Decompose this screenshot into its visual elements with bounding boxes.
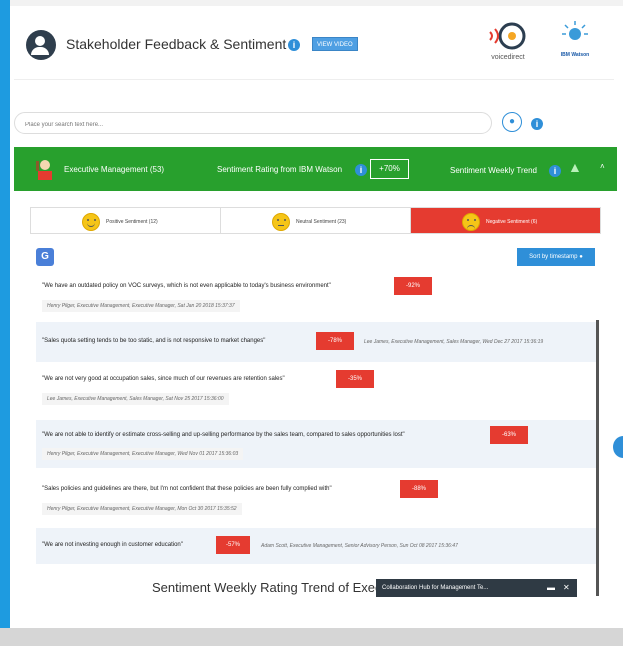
minimize-icon[interactable]: ▬ bbox=[547, 579, 555, 597]
sort-by-timestamp-button[interactable]: Sort by timestamp ● bbox=[517, 248, 595, 266]
sentiment-score-badge: -88% bbox=[400, 480, 438, 498]
feedback-item: "Sales quota setting tends to be too sta… bbox=[36, 322, 596, 362]
feedback-meta: Henry Pilger, Executive Management, Exec… bbox=[42, 300, 240, 312]
feedback-meta: Henry Pilger, Executive Management, Exec… bbox=[42, 503, 242, 515]
search-input[interactable] bbox=[15, 115, 491, 135]
rating-info-icon[interactable]: i bbox=[355, 164, 367, 176]
sentiment-tabs: Positive Sentiment (12) Neutral Sentimen… bbox=[30, 207, 601, 234]
feedback-scrollbar[interactable] bbox=[596, 320, 599, 596]
feedback-meta: Lee James, Executive Management, Sales M… bbox=[364, 339, 544, 345]
page-header: Stakeholder Feedback & Sentiment i VIEW … bbox=[14, 10, 614, 80]
feedback-quote: "We have an outdated policy on VOC surve… bbox=[42, 283, 331, 289]
smile-emoji-icon bbox=[82, 213, 100, 231]
group-title: Executive Management (53) bbox=[64, 165, 165, 174]
chevron-up-icon[interactable]: ˄ bbox=[600, 162, 605, 171]
voicedirect-label: voicedirect bbox=[491, 54, 525, 61]
sentiment-score-badge: -35% bbox=[336, 370, 374, 388]
collaboration-hub-bar[interactable]: Collaboration Hub for Management Te... ▬… bbox=[376, 579, 577, 597]
management-icon bbox=[36, 160, 52, 180]
neutral-emoji-icon bbox=[272, 213, 290, 231]
search-info-icon[interactable]: i bbox=[531, 118, 543, 130]
feedback-item: "We have an outdated policy on VOC surve… bbox=[36, 275, 596, 319]
tab-label: Neutral Sentiment (23) bbox=[296, 219, 347, 225]
stakeholder-avatar-icon bbox=[26, 30, 56, 60]
close-icon[interactable]: ✕ bbox=[563, 579, 570, 597]
up-arrow-icon: ▲ bbox=[568, 159, 582, 175]
sentiment-score-badge: -78% bbox=[316, 332, 354, 350]
tab-negative-sentiment[interactable]: Negative Sentiment (6) bbox=[411, 208, 600, 233]
weekly-trend-label: Sentiment Weekly Trend bbox=[450, 166, 538, 175]
sentiment-score-badge: -63% bbox=[490, 426, 528, 444]
tab-label: Negative Sentiment (6) bbox=[486, 219, 538, 225]
feedback-item: "We are not able to identify or estimate… bbox=[36, 420, 596, 468]
feedback-meta: Adam Scott, Executive Management, Senior… bbox=[261, 543, 458, 549]
feedback-quote: "Sales policies and guidelines are there… bbox=[42, 486, 332, 492]
sentiment-score-badge: -92% bbox=[394, 277, 432, 295]
tab-positive-sentiment[interactable]: Positive Sentiment (12) bbox=[31, 208, 221, 233]
executive-management-bar[interactable]: Executive Management (53) Sentiment Rati… bbox=[14, 147, 617, 191]
feedback-meta: Lee James, Executive Management, Sales M… bbox=[42, 393, 229, 405]
translate-icon[interactable]: G bbox=[36, 248, 54, 266]
microphone-icon[interactable]: ● bbox=[502, 112, 522, 132]
page-title: Stakeholder Feedback & Sentiment bbox=[66, 36, 287, 52]
trend-chart-title: Sentiment Weekly Rating Trend of Executi… bbox=[152, 580, 382, 595]
trend-info-icon[interactable]: i bbox=[549, 165, 561, 177]
feedback-item: "Sales policies and guidelines are there… bbox=[36, 476, 596, 520]
feedback-quote: "We are not very good at occupation sale… bbox=[42, 376, 285, 382]
sentiment-rating-value: +70% bbox=[370, 159, 409, 179]
sentiment-rating-label: Sentiment Rating from IBM Watson bbox=[217, 165, 343, 174]
feedback-quote: "We are not investing enough in customer… bbox=[42, 542, 183, 548]
top-strip bbox=[10, 0, 623, 6]
bottom-bar bbox=[0, 628, 623, 646]
tab-neutral-sentiment[interactable]: Neutral Sentiment (23) bbox=[221, 208, 411, 233]
chat-title: Collaboration Hub for Management Te... bbox=[382, 585, 489, 591]
sort-label: Sort by timestamp bbox=[529, 254, 578, 260]
voicedirect-logo: voicedirect bbox=[482, 20, 534, 72]
info-icon[interactable]: i bbox=[288, 39, 300, 51]
feedback-meta: Henry Pilger, Executive Management, Exec… bbox=[42, 448, 244, 460]
feedback-quote: "Sales quota setting tends to be too sta… bbox=[42, 338, 266, 344]
ibm-watson-label: IBM Watson bbox=[560, 52, 590, 58]
view-video-button[interactable]: VIEW VIDEO bbox=[312, 37, 358, 51]
feedback-item: "We are not investing enough in customer… bbox=[36, 528, 596, 564]
chat-bubble-icon[interactable] bbox=[613, 436, 623, 458]
sad-emoji-icon bbox=[462, 213, 480, 231]
feedback-quote: "We are not able to identify or estimate… bbox=[42, 432, 405, 438]
search-box bbox=[14, 112, 492, 135]
tab-label: Positive Sentiment (12) bbox=[106, 219, 158, 225]
feedback-item: "We are not very good at occupation sale… bbox=[36, 366, 596, 410]
sentiment-score-badge: -57% bbox=[216, 536, 250, 554]
left-accent-bar bbox=[0, 0, 10, 646]
ibm-watson-logo: IBM Watson bbox=[549, 20, 601, 74]
